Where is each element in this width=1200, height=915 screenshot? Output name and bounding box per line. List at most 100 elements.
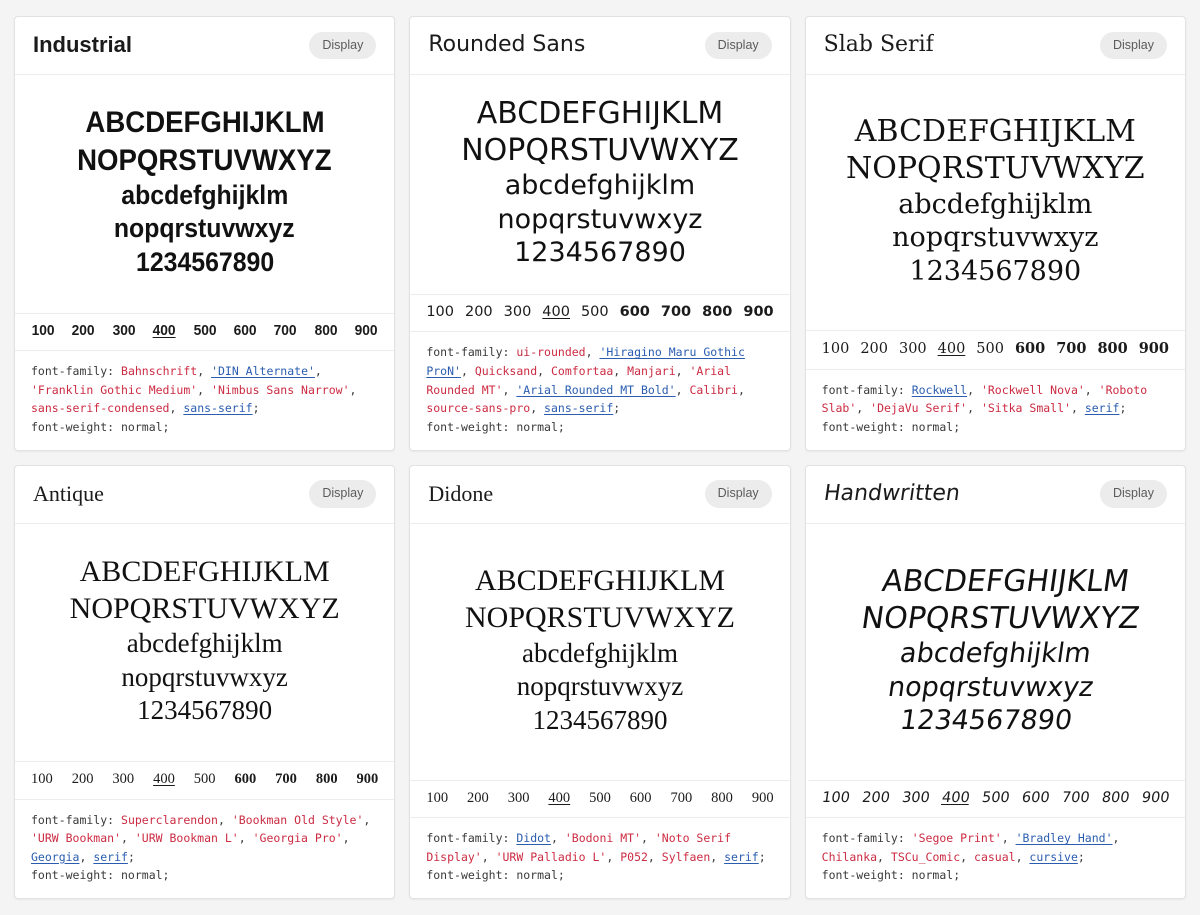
weight-500[interactable]: 500 [980,790,1010,807]
weight-700[interactable]: 700 [274,323,297,340]
weight-800[interactable]: 800 [711,790,733,807]
weight-100[interactable]: 100 [31,771,53,788]
font-card[interactable]: Industrial Display ABCDEFGHIJKLM NOPQRSTUVW… [14,16,396,451]
weight-200[interactable]: 200 [465,304,493,321]
weight-300[interactable]: 300 [112,771,134,788]
weight-300[interactable]: 300 [899,341,927,358]
weight-900[interactable]: 900 [752,790,774,807]
font-stack-entry[interactable]: Quicksand [475,364,537,378]
weight-200[interactable]: 200 [72,771,94,788]
font-card[interactable]: Handwritten Display ABCDEFGHIJKLM NOPQRSTUV… [804,464,1186,899]
weight-800[interactable]: 800 [1097,340,1127,357]
font-stack-entry[interactable]: sans-serif [183,401,252,415]
font-stack-entry[interactable]: 'Segoe Print' [912,831,1002,845]
weight-400[interactable]: 400 [153,323,176,340]
font-stack-entry[interactable]: casual [974,850,1016,864]
category-badge[interactable]: Display [309,480,377,508]
weight-500[interactable]: 500 [581,304,609,321]
font-stack-entry[interactable]: Chilanka [822,850,877,864]
font-stack-entry[interactable]: serif [724,850,759,864]
font-stack-entry[interactable]: P052 [620,850,648,864]
font-stack-entry[interactable]: sans-serif [544,401,613,415]
weight-200[interactable]: 200 [860,790,891,807]
weight-600[interactable]: 600 [234,323,257,340]
weight-600[interactable]: 600 [620,304,650,321]
weight-300[interactable]: 300 [900,790,931,807]
font-stack-entry[interactable]: serif [1085,401,1120,415]
font-stack-entry[interactable]: TSCu_Comic [891,850,960,864]
font-stack-entry[interactable]: Didot [516,831,551,845]
font-stack-entry[interactable]: sans-serif-condensed [31,401,169,415]
font-stack-entry[interactable]: 'Sitka Small' [981,401,1071,415]
font-stack-entry[interactable]: 'Arial Rounded MT Bold' [516,383,675,397]
weight-500[interactable]: 500 [193,323,216,340]
category-badge[interactable]: Display [1100,31,1167,60]
weight-900[interactable]: 900 [1140,790,1170,807]
weight-300[interactable]: 300 [508,790,530,807]
font-stack-entry[interactable]: 'Franklin Gothic Medium' [31,383,197,397]
font-stack-entry[interactable]: 'Georgia Pro' [253,831,343,845]
weight-600[interactable]: 600 [630,790,652,807]
weight-300[interactable]: 300 [112,323,135,340]
weight-100[interactable]: 100 [820,790,851,807]
weight-700[interactable]: 700 [661,304,691,321]
font-stack-entry[interactable]: Bahnschrift [121,364,197,378]
weight-300[interactable]: 300 [504,304,532,321]
weight-400[interactable]: 400 [548,790,570,807]
weight-200[interactable]: 200 [72,323,95,340]
font-stack-entry[interactable]: 'DIN Alternate' [211,364,315,378]
font-stack-entry[interactable]: 'URW Bookman' [31,831,121,845]
font-stack-entry[interactable]: cursive [1029,850,1077,864]
font-stack-entry[interactable]: ui-rounded [516,345,585,359]
font-stack-entry[interactable]: 'URW Bookman L' [135,831,239,845]
font-stack-entry[interactable]: Comfortaa [551,364,613,378]
weight-100[interactable]: 100 [426,304,454,321]
category-badge[interactable]: Display [704,480,772,508]
weight-200[interactable]: 200 [860,341,888,358]
category-badge[interactable]: Display [704,31,772,60]
weight-900[interactable]: 900 [1139,340,1169,357]
font-stack-entry[interactable]: 'Bodoni MT' [565,831,641,845]
weight-600[interactable]: 600 [1020,790,1050,807]
weight-200[interactable]: 200 [467,790,489,807]
weight-700[interactable]: 700 [275,771,297,788]
font-stack-entry[interactable]: 'Rockwell Nova' [981,383,1085,397]
weight-700[interactable]: 700 [670,790,692,807]
font-card[interactable]: Rounded Sans Display ABCDEFGHIJKLM NOPQRSTU… [409,16,791,451]
weight-100[interactable]: 100 [822,341,850,358]
weight-500[interactable]: 500 [589,790,611,807]
font-stack-entry[interactable]: Superclarendon [121,813,218,827]
weight-600[interactable]: 600 [234,771,256,788]
weight-800[interactable]: 800 [702,304,732,321]
font-stack-entry[interactable]: serif [93,850,128,864]
font-stack-entry[interactable]: Georgia [31,850,79,864]
weight-500[interactable]: 500 [976,341,1004,358]
font-stack-entry[interactable]: Manjari [627,364,675,378]
font-stack-entry[interactable]: 'URW Palladio L' [496,850,607,864]
weight-900[interactable]: 900 [743,304,773,321]
weight-400[interactable]: 400 [940,790,970,807]
weight-400[interactable]: 400 [938,341,966,358]
font-stack-entry[interactable]: 'Nimbus Sans Narrow' [211,383,349,397]
weight-400[interactable]: 400 [153,771,175,788]
weight-800[interactable]: 800 [314,323,337,340]
weight-700[interactable]: 700 [1056,340,1086,357]
weight-600[interactable]: 600 [1015,340,1045,357]
font-stack-entry[interactable]: Rockwell [912,383,967,397]
font-stack-entry[interactable]: 'Bradley Hand' [1016,831,1113,845]
font-card[interactable]: Didone Display ABCDEFGHIJKLM NOPQRSTUVWXYZ a… [409,464,791,899]
font-card[interactable]: Antique Display ABCDEFGHIJKLM NOPQRSTUVWXYZ… [14,464,396,899]
weight-900[interactable]: 900 [355,323,378,340]
weight-100[interactable]: 100 [426,790,448,807]
font-stack-entry[interactable]: Sylfaen [662,850,710,864]
weight-100[interactable]: 100 [32,323,55,340]
weight-500[interactable]: 500 [194,771,216,788]
font-stack-entry[interactable]: 'DejaVu Serif' [870,401,967,415]
weight-400[interactable]: 400 [542,304,570,321]
font-stack-entry[interactable]: 'Bookman Old Style' [232,813,364,827]
weight-700[interactable]: 700 [1060,790,1090,807]
category-badge[interactable]: Display [309,31,377,60]
font-stack-entry[interactable]: source-sans-pro [426,401,530,415]
weight-800[interactable]: 800 [316,771,338,788]
weight-800[interactable]: 800 [1100,790,1130,807]
